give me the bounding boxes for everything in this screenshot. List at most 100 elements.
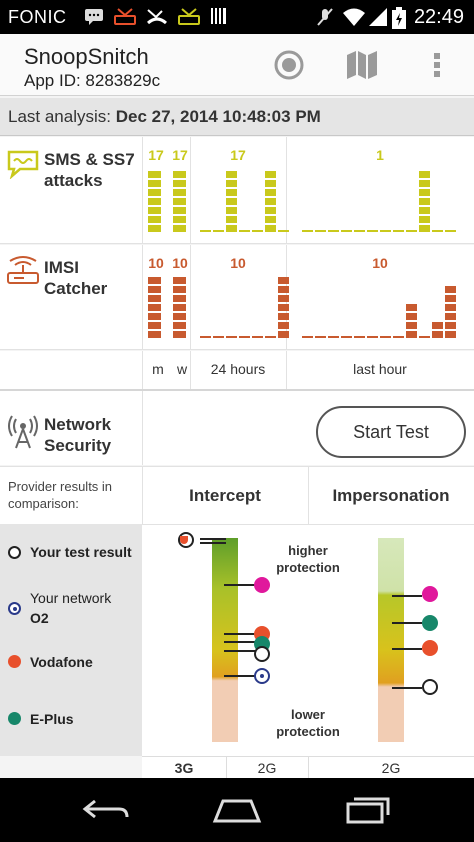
24-hours-bar [226,225,237,232]
marker-tick [224,675,256,677]
hollow-dot-icon [8,546,21,559]
week-bar [173,225,186,232]
radio-dot-icon [8,602,21,615]
comparison-label: Provider results in comparison: [8,479,113,511]
last-hour-bar [406,304,417,311]
provider-marker [254,577,270,593]
app-id: App ID: 8283829c [24,71,161,90]
marker-tick [224,633,256,635]
tech-3g-label: 3G [174,760,194,776]
month-bar [148,216,161,223]
last-hour-bar [432,322,443,329]
axis-label-row: m w 24 hours last hour [0,351,474,389]
last-hour-bar [419,336,430,338]
week-bar [173,198,186,205]
week-bar [173,180,186,187]
imsi-warning-icon [114,8,136,25]
imsi-label: IMSI Catcher [44,258,108,298]
last-hour-bar [406,313,417,320]
app-title: SnoopSnitch [24,44,149,69]
24-hours-bar [226,189,237,196]
24-hours-bar [265,216,276,223]
start-test-button[interactable]: Start Test [316,406,466,458]
last-hour-bar [406,322,417,329]
week-bar [173,171,186,178]
last-hour-bar [341,336,352,338]
last-hour-bar [367,230,378,232]
map-button[interactable] [345,48,379,82]
tech-2g-label: 2G [381,760,401,776]
your-test-result-marker [422,679,438,695]
count-24-hours: 17 [230,147,246,163]
last-hour-bar [354,336,365,338]
last-hour-bar [445,313,456,320]
week-bar [173,313,186,320]
month-bar [148,322,161,329]
o2-marker [254,668,270,684]
count-month: 17 [148,147,164,163]
antenna-icon [8,415,38,449]
24-hours-bar [265,189,276,196]
carrier-label: FONIC [8,7,67,27]
last-hour-bar [406,331,417,338]
mute-icon [317,8,333,26]
message-icon [85,9,103,25]
24-hours-bar [200,230,211,232]
back-button[interactable] [76,792,136,828]
24-hours-bar [226,216,237,223]
24-hours-bar [278,304,289,311]
week-bar [173,295,186,302]
tech-2g-label: 2G [257,760,277,776]
week-bar [173,216,186,223]
last-hour-bar [445,286,456,293]
last-hour-bar [445,295,456,302]
week-bar [173,322,186,329]
last-hour-bar [315,336,326,338]
signal-icon [369,8,387,26]
ss7-warning-icon [178,8,200,25]
month-bar [148,171,161,178]
24-hours-bar [239,230,250,232]
count-month: 10 [148,255,164,271]
impersonation-header: Impersonation [332,486,450,505]
provider-legend: Your test result Your network O2 Vodafon… [0,524,142,756]
week-bar [173,189,186,196]
month-bar [148,295,161,302]
24-hours-bar [213,230,224,232]
record-button[interactable] [272,48,306,82]
network-security-label: Network Security [44,415,112,455]
marker-tick [224,650,256,652]
last-hour-bar [393,336,404,338]
month-bar [148,180,161,187]
lower-protection-label: lower protection [276,707,340,739]
marker-tick [200,542,226,544]
marker-tick [392,595,422,597]
missed-call-icon [147,9,167,25]
month-bar [148,286,161,293]
last-hour-bar [393,230,404,232]
sms-icon [7,150,39,179]
last-hour-bar [367,336,378,338]
sms-ss7-row[interactable]: SMS & SS7 attacks 17 17 17 1 [0,137,474,244]
24-hours-bar [278,313,289,320]
action-bar: SnoopSnitch App ID: 8283829c [0,34,474,96]
24-hours-bar [252,230,263,232]
24-hours-bar [226,180,237,187]
last-hour-bar [419,207,430,214]
home-button[interactable] [207,792,267,828]
vodafone-marker-partial [180,536,188,544]
map-icon [347,51,377,79]
24-hours-bar [252,336,263,338]
tech-footer: 3G 2G 2G [142,756,474,778]
recents-button[interactable] [338,792,398,828]
month-bar [148,189,161,196]
eplus-dot-icon [8,712,21,725]
last-analysis-label: Last analysis: [8,107,111,126]
last-hour-bar [432,230,443,232]
overflow-menu-button[interactable] [420,48,454,82]
count-week: 17 [172,147,188,163]
imsi-catcher-row[interactable]: IMSI Catcher 10 10 10 10 [0,245,474,350]
week-bar [173,331,186,338]
last-hour-bar [419,225,430,232]
last-hour-bar [419,198,430,205]
